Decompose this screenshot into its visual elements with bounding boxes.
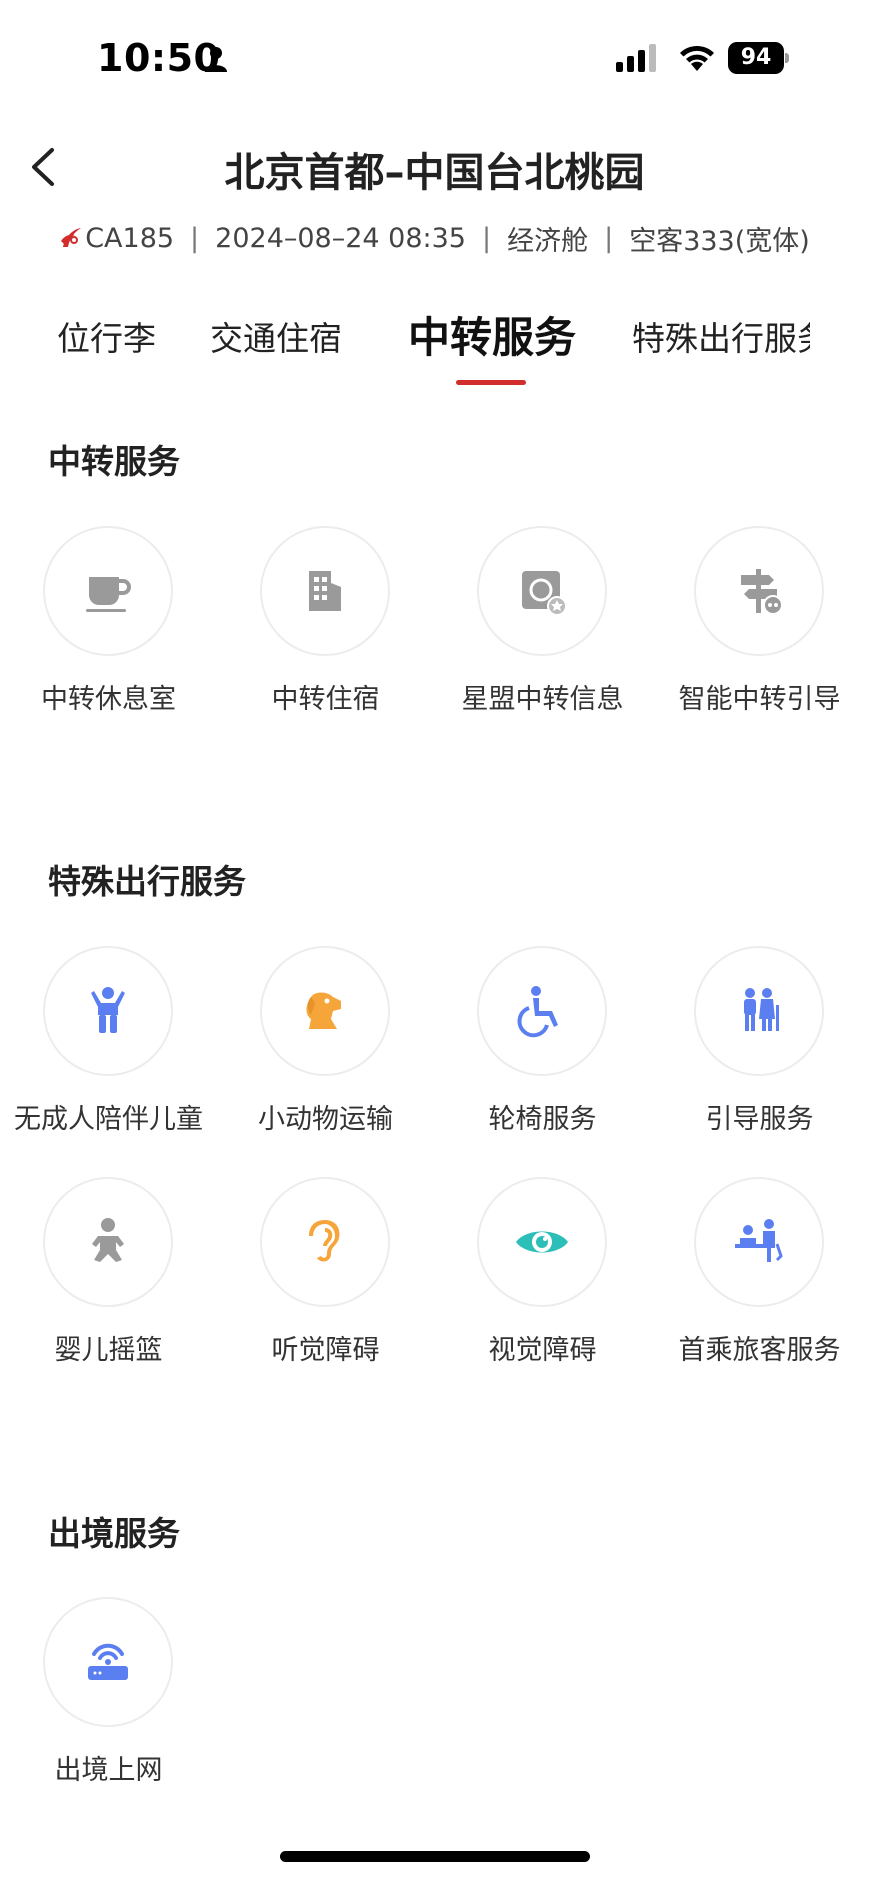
air-china-logo-icon: [61, 228, 82, 247]
cellular-signal-icon: [616, 44, 656, 72]
eye-icon: [516, 1231, 568, 1253]
building-icon: [309, 571, 341, 611]
flight-info: CA185 | 2024–08–24 08:35 | 经济舱 | 空客333(宽…: [0, 218, 869, 258]
service-label: 听觉障碍: [271, 1335, 380, 1366]
person-icon: [205, 47, 227, 72]
service-label: 无成人陪伴儿童: [14, 1104, 203, 1135]
battery-indicator: 94: [728, 42, 790, 74]
ear-icon: [309, 1220, 340, 1262]
cabin-class: 经济舱: [507, 225, 589, 257]
service-label: 小动物运输: [258, 1104, 393, 1135]
child-icon: [91, 987, 125, 1033]
star-alliance-icon: [522, 571, 567, 616]
tab-baggage[interactable]: 位行李: [56, 312, 156, 360]
active-tab-indicator: [456, 380, 526, 385]
section-title-transfer: 中转服务: [48, 442, 180, 481]
service-label: 智能中转引导: [678, 684, 841, 715]
flight-datetime: 2024–08–24 08:35: [215, 222, 466, 254]
service-label: 首乘旅客服务: [678, 1335, 841, 1366]
aircraft-type: 空客333(宽体): [629, 225, 810, 257]
tab-special-travel[interactable]: 特殊出行服务: [632, 312, 810, 360]
service-label: 星盟中转信息: [461, 684, 624, 715]
service-label: 婴儿摇篮: [54, 1335, 163, 1366]
signpost-icon: [741, 569, 783, 615]
service-label: 视觉障碍: [488, 1335, 597, 1366]
service-label: 出境上网: [54, 1755, 163, 1786]
flight-number: CA185: [85, 222, 175, 254]
page-title: 北京首都–中国台北桃园: [224, 150, 645, 196]
separator: |: [481, 222, 492, 254]
status-time: 10:50: [97, 36, 221, 80]
separator: |: [190, 222, 200, 254]
section-title-outbound: 出境服务: [48, 1514, 180, 1553]
tab-transfer-service[interactable]: 中转服务: [408, 304, 576, 365]
wifi-router-icon: [88, 1643, 128, 1680]
service-label: 轮椅服务: [488, 1104, 597, 1135]
service-label: 中转住宿: [271, 684, 380, 715]
wifi-icon: [680, 45, 714, 71]
tab-transport-lodging[interactable]: 交通住宿: [210, 312, 342, 360]
service-label: 引导服务: [705, 1104, 814, 1135]
battery-level: 94: [740, 45, 772, 70]
coffee-cup-icon: [86, 577, 131, 612]
status-bar: 10:50 94: [0, 0, 869, 110]
wheelchair-icon: [517, 986, 558, 1038]
tab-bar: 位行李 交通住宿 中转服务 特殊出行服务: [0, 300, 869, 380]
section-title-special-travel: 特殊出行服务: [48, 862, 246, 901]
first-flight-icon: [735, 1219, 783, 1262]
service-label: 中转休息室: [41, 684, 176, 715]
baby-icon: [92, 1218, 124, 1262]
separator: |: [604, 222, 614, 254]
elderly-couple-icon: [744, 988, 779, 1031]
home-indicator[interactable]: [280, 1851, 590, 1862]
dog-icon: [306, 992, 341, 1029]
